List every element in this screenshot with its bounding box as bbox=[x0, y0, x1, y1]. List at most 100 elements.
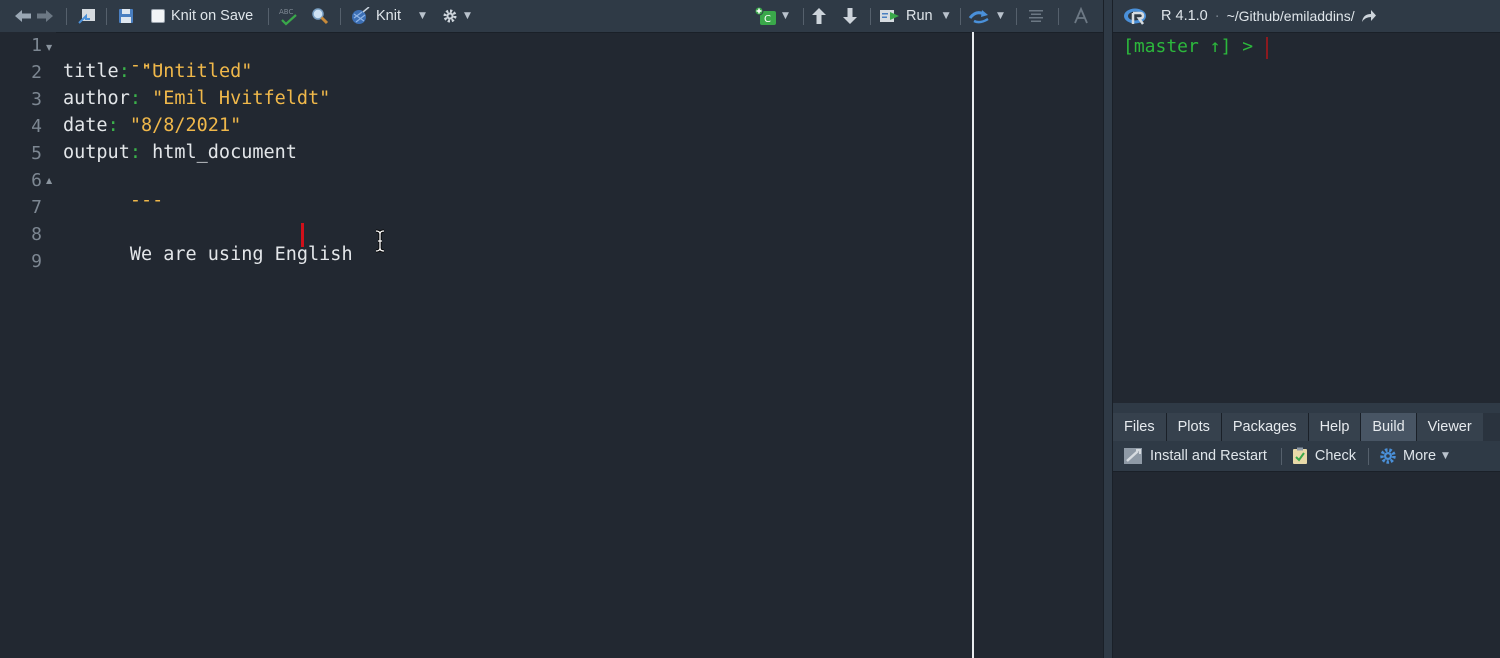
arrow-down-icon bbox=[843, 8, 857, 24]
yaml-key: date bbox=[63, 115, 108, 136]
more-button[interactable]: More ▼ bbox=[1379, 447, 1449, 465]
pane-splitter[interactable] bbox=[1103, 0, 1113, 658]
forward-button[interactable] bbox=[36, 0, 54, 32]
show-in-window-icon bbox=[78, 9, 95, 24]
settings-dropdown-icon: ▼ bbox=[464, 11, 471, 21]
tab-packages[interactable]: Packages bbox=[1221, 413, 1309, 441]
svg-text:ABC: ABC bbox=[279, 8, 293, 16]
build-toolbar: Install and Restart Check More ▼ bbox=[1113, 441, 1500, 472]
back-button[interactable] bbox=[14, 0, 32, 32]
knit-on-save-checkbox[interactable]: Knit on Save bbox=[151, 0, 253, 32]
rerun-button[interactable]: ▼ bbox=[968, 0, 1004, 32]
line-number: 9 bbox=[31, 251, 42, 272]
editor-pane: Knit on Save ABC Knit ▼ ▼ C ▼ Run ▼ ▼ 1 … bbox=[0, 0, 1103, 658]
line-number: 2 bbox=[31, 62, 42, 83]
yaml-value: html_document bbox=[152, 142, 297, 163]
check-label: Check bbox=[1314, 448, 1356, 464]
fold-up-icon[interactable]: ▲ bbox=[46, 176, 52, 185]
spellcheck-icon: ABC bbox=[279, 8, 297, 26]
fold-down-icon[interactable]: ▼ bbox=[46, 43, 52, 52]
code-line: output: html_document bbox=[63, 142, 297, 163]
console-output[interactable]: [master ↑] > bbox=[1113, 33, 1500, 403]
tab-help[interactable]: Help bbox=[1308, 413, 1362, 441]
knit-dropdown-icon[interactable]: ▼ bbox=[419, 11, 426, 21]
go-to-directory-icon[interactable] bbox=[1361, 9, 1377, 23]
yaml-colon: : bbox=[107, 115, 119, 136]
yaml-colon: : bbox=[129, 142, 141, 163]
yaml-key: title bbox=[63, 61, 119, 82]
svg-text:C: C bbox=[764, 14, 771, 25]
arrow-up-icon bbox=[812, 8, 826, 24]
r-logo-icon bbox=[1124, 8, 1146, 25]
yaml-value: "Untitled" bbox=[140, 61, 253, 82]
tab-files[interactable]: Files bbox=[1113, 413, 1167, 441]
tab-build[interactable]: Build bbox=[1361, 413, 1417, 441]
ibeam-cursor-icon bbox=[375, 229, 385, 253]
run-icon bbox=[880, 10, 899, 22]
install-restart-button[interactable]: Install and Restart bbox=[1123, 447, 1267, 465]
more-dropdown-icon: ▼ bbox=[1442, 451, 1449, 461]
settings-button[interactable]: ▼ bbox=[442, 0, 471, 32]
build-output bbox=[1113, 472, 1500, 658]
outline-button[interactable] bbox=[1028, 0, 1044, 32]
knit-label: Knit bbox=[376, 8, 401, 24]
line-number: 7 bbox=[31, 197, 42, 218]
knit-button[interactable]: Knit ▼ bbox=[350, 0, 426, 32]
magnifier-icon bbox=[312, 8, 329, 25]
insert-chunk-dropdown-icon: ▼ bbox=[782, 11, 789, 21]
r-version: R 4.1.0 bbox=[1161, 8, 1208, 24]
yaml-key: author bbox=[63, 88, 130, 109]
outline-icon bbox=[1029, 10, 1043, 22]
line-number: 1 bbox=[31, 35, 42, 56]
run-button[interactable]: Run ▼ bbox=[879, 0, 950, 32]
console-header: R 4.1.0 · ~/Github/emiladdins/ bbox=[1113, 0, 1500, 33]
tab-viewer[interactable]: Viewer bbox=[1416, 413, 1483, 441]
rerun-dropdown-icon: ▼ bbox=[997, 11, 1004, 21]
text-cursor bbox=[301, 223, 304, 247]
next-chunk-button[interactable] bbox=[842, 0, 858, 32]
checkbox-box bbox=[151, 9, 165, 23]
working-directory: ~/Github/emiladdins/ bbox=[1226, 8, 1355, 24]
console-prompt: [master ↑] > bbox=[1123, 36, 1254, 57]
rerun-icon bbox=[968, 10, 989, 24]
save-button[interactable] bbox=[118, 0, 134, 32]
visual-editor-button[interactable] bbox=[1073, 0, 1089, 32]
yaml-delimiter: --- bbox=[129, 190, 164, 211]
check-button[interactable]: Check bbox=[1292, 447, 1356, 465]
yaml-key: output bbox=[63, 142, 130, 163]
body-text: We are using English bbox=[129, 244, 364, 265]
previous-chunk-button[interactable] bbox=[811, 0, 827, 32]
find-replace-button[interactable] bbox=[311, 0, 329, 32]
insert-chunk-button[interactable]: C ▼ bbox=[754, 0, 789, 32]
install-icon bbox=[1124, 448, 1142, 464]
code-line: title: "Untitled" bbox=[63, 61, 252, 82]
run-label: Run bbox=[906, 8, 933, 24]
editor-toolbar: Knit on Save ABC Knit ▼ ▼ C ▼ Run ▼ ▼ bbox=[0, 0, 1103, 33]
pane-splitter-horizontal[interactable] bbox=[1113, 403, 1500, 413]
knit-on-save-label: Knit on Save bbox=[171, 8, 254, 24]
yarn-ball-icon bbox=[352, 7, 370, 24]
line-number: 8 bbox=[31, 224, 42, 245]
line-number-gutter: 1 ▼ 2 3 4 5 6 ▲ 7 8 9 bbox=[0, 32, 56, 658]
visual-editor-icon bbox=[1074, 7, 1088, 24]
header-separator: · bbox=[1214, 8, 1220, 24]
code-line: We are using English bbox=[63, 223, 364, 286]
code-line: author: "Emil Hvitfeldt" bbox=[63, 88, 330, 109]
save-icon bbox=[119, 9, 133, 23]
run-dropdown-icon: ▼ bbox=[942, 11, 950, 21]
line-number: 6 bbox=[31, 170, 42, 191]
tab-bar: Files Plots Packages Help Build Viewer bbox=[1113, 413, 1500, 441]
clipboard-check-icon bbox=[1292, 447, 1307, 464]
install-restart-label: Install and Restart bbox=[1150, 448, 1267, 464]
yaml-colon: : bbox=[118, 61, 130, 82]
show-in-window-button[interactable] bbox=[78, 0, 96, 32]
yaml-value: "Emil Hvitfeldt" bbox=[152, 88, 331, 109]
tab-plots[interactable]: Plots bbox=[1166, 413, 1222, 441]
spellcheck-button[interactable]: ABC bbox=[278, 0, 300, 32]
insert-chunk-icon: C bbox=[754, 6, 776, 25]
console-cursor bbox=[1266, 37, 1268, 59]
line-number: 3 bbox=[31, 89, 42, 110]
back-arrow-icon bbox=[15, 10, 31, 22]
line-number: 5 bbox=[31, 143, 42, 164]
margin-guide bbox=[972, 32, 974, 658]
